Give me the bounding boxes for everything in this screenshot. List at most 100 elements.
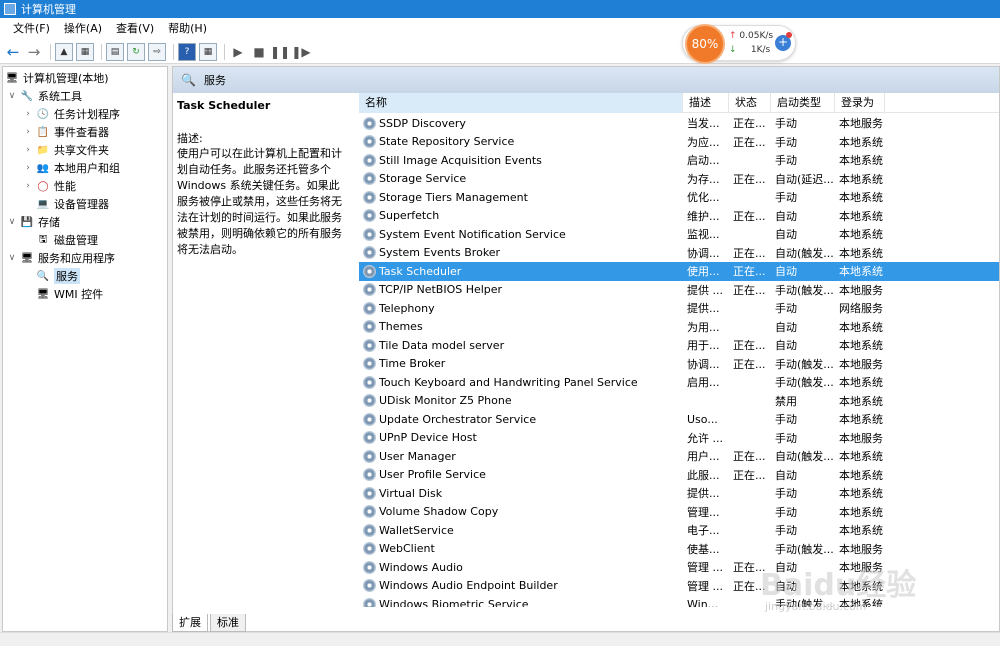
table-row[interactable]: Storage Tiers Management 优化... 手动 本地系统 bbox=[359, 188, 999, 207]
cell-log-on-as: 本地系统 bbox=[839, 394, 883, 408]
chevron-down-icon[interactable]: ∨ bbox=[7, 91, 17, 101]
table-row[interactable]: Volume Shadow Copy 管理... 手动 本地系统 bbox=[359, 503, 999, 522]
service-gear-icon bbox=[363, 431, 376, 445]
cpu-usage-badge[interactable]: 80% bbox=[685, 24, 725, 64]
menu-view[interactable]: 查看(V) bbox=[109, 18, 161, 40]
table-row[interactable]: User Manager 用户... 正在... 自动(触发... 本地系统 bbox=[359, 447, 999, 466]
table-row[interactable]: Still Image Acquisition Events 启动... 手动 本地系… bbox=[359, 151, 999, 170]
cell-startup-type: 自动 bbox=[775, 320, 797, 334]
help-icon[interactable]: ? bbox=[178, 42, 196, 61]
table-row[interactable]: UDisk Monitor Z5 Phone 禁用 本地系统 bbox=[359, 392, 999, 411]
chevron-right-icon[interactable]: › bbox=[23, 109, 33, 119]
table-row[interactable]: Touch Keyboard and Handwriting Panel Ser… bbox=[359, 373, 999, 392]
table-row[interactable]: User Profile Service 此服... 正在... 自动 本地系统 bbox=[359, 466, 999, 485]
table-row[interactable]: Tile Data model server 用于... 正在... 自动 本地系统 bbox=[359, 336, 999, 355]
chevron-right-icon[interactable]: › bbox=[23, 163, 33, 173]
tree-item-wmi[interactable]: 🖥 WMI 控件 bbox=[36, 285, 103, 303]
table-row[interactable]: Task Scheduler 使用... 正在... 自动 本地系统 bbox=[359, 262, 999, 281]
chevron-down-icon[interactable]: ∨ bbox=[7, 217, 17, 227]
tree-item-performance[interactable]: › ◯ 性能 bbox=[23, 177, 76, 195]
cell-startup-type: 手动 bbox=[775, 302, 797, 316]
magnifier-icon: 🔍 bbox=[181, 73, 196, 87]
table-row[interactable]: UPnP Device Host 允许 ... 手动 本地服务 bbox=[359, 429, 999, 448]
tree-item-services[interactable]: 🔍 服务 bbox=[36, 267, 80, 285]
table-row[interactable]: TCP/IP NetBIOS Helper 提供 ... 正在... 手动(触发...… bbox=[359, 281, 999, 300]
table-row[interactable]: Storage Service 为存... 正在... 自动(延迟... 本地系统 bbox=[359, 170, 999, 189]
refresh-icon[interactable]: ↻ bbox=[127, 42, 145, 61]
table-row[interactable]: Superfetch 维护... 正在... 自动 本地系统 bbox=[359, 207, 999, 226]
table-row[interactable]: WebClient 使基... 手动(触发... 本地服务 bbox=[359, 540, 999, 559]
tree-item-storage[interactable]: ∨ 💾 存储 bbox=[7, 213, 60, 231]
menu-help[interactable]: 帮助(H) bbox=[161, 18, 214, 40]
cell-startup-type: 自动 bbox=[775, 339, 797, 353]
table-row[interactable]: Update Orchestrator Service Uso... 手动 本地系统 bbox=[359, 410, 999, 429]
computer-icon: 🖥 bbox=[5, 72, 19, 84]
tree-item-label: 事件查看器 bbox=[54, 126, 109, 139]
tree-item-event-viewer[interactable]: › 📋 事件查看器 bbox=[23, 123, 109, 141]
cell-log-on-as: 本地系统 bbox=[839, 246, 883, 260]
table-row[interactable]: Time Broker 协调... 正在... 手动(触发... 本地服务 bbox=[359, 355, 999, 374]
selected-service-name: Task Scheduler bbox=[177, 99, 271, 112]
show-hide-tree-icon[interactable]: ▦ bbox=[76, 42, 94, 61]
tree-item-task-scheduler[interactable]: › 🕓 任务计划程序 bbox=[23, 105, 120, 123]
tab-standard[interactable]: 标准 bbox=[210, 614, 246, 632]
cell-name: Volume Shadow Copy bbox=[359, 505, 683, 519]
pause-service-icon[interactable]: ❚❚ bbox=[270, 43, 290, 61]
cell-name: Virtual Disk bbox=[359, 486, 683, 500]
chevron-down-icon[interactable]: ∨ bbox=[7, 253, 17, 263]
speed-widget[interactable]: 80% ↑ 0.05K/s ↓ 1K/s + bbox=[682, 24, 796, 64]
tab-extended[interactable]: 扩展 bbox=[172, 614, 208, 632]
properties-icon[interactable]: ▤ bbox=[106, 42, 124, 61]
table-row[interactable]: System Event Notification Service 监视... 自动… bbox=[359, 225, 999, 244]
users-icon: 👥 bbox=[36, 162, 50, 174]
cell-name: User Manager bbox=[359, 449, 683, 463]
disk-icon: 🖫 bbox=[38, 233, 48, 245]
service-name: UPnP Device Host bbox=[379, 431, 477, 445]
service-gear-icon bbox=[363, 394, 376, 408]
cell-startup-type: 手动 bbox=[775, 524, 797, 538]
view-icon[interactable]: ▦ bbox=[199, 42, 217, 61]
chevron-right-icon[interactable]: › bbox=[23, 145, 33, 155]
forward-arrow-icon[interactable]: → bbox=[25, 43, 43, 61]
table-row[interactable]: Telephony 提供... 手动 网络服务 bbox=[359, 299, 999, 318]
column-header-log-on-as[interactable]: 登录为 bbox=[835, 93, 885, 113]
chevron-right-icon[interactable]: › bbox=[23, 127, 33, 137]
tree-item-root[interactable]: 🖥 计算机管理(本地) bbox=[5, 69, 109, 87]
tree-item-label: 设备管理器 bbox=[54, 198, 109, 211]
column-header-row: ⌃ 名称 描述 状态 启动类型 登录为 bbox=[359, 93, 999, 113]
start-service-icon[interactable]: ▶ bbox=[229, 43, 247, 61]
cell-log-on-as: 本地系统 bbox=[839, 172, 883, 186]
up-folder-icon[interactable]: ▲ bbox=[55, 42, 73, 61]
cell-status: 正在... bbox=[733, 468, 766, 482]
cell-name: System Events Broker bbox=[359, 246, 683, 260]
service-name: User Manager bbox=[379, 449, 456, 463]
tree-item-services-apps[interactable]: ∨ 🖥 服务和应用程序 bbox=[7, 249, 115, 267]
menu-file[interactable]: 文件(F) bbox=[6, 18, 57, 40]
tree-item-device-manager[interactable]: 💻 设备管理器 bbox=[36, 195, 109, 213]
baidu-watermark-url: jingyan.baidu.com bbox=[765, 600, 867, 613]
table-row[interactable]: Virtual Disk 提供... 手动 本地系统 bbox=[359, 484, 999, 503]
cell-name: WebClient bbox=[359, 542, 683, 556]
restart-service-icon[interactable]: ❚▶ bbox=[291, 43, 310, 61]
cell-log-on-as: 本地系统 bbox=[839, 376, 883, 390]
tools-icon: 🔧 bbox=[20, 90, 34, 102]
export-list-icon[interactable]: ⇨ bbox=[148, 42, 166, 61]
table-row[interactable]: WalletService 电子... 手动 本地系统 bbox=[359, 521, 999, 540]
tree-item-system-tools[interactable]: ∨ 🔧 系统工具 bbox=[7, 87, 82, 105]
column-header-description[interactable]: 描述 bbox=[683, 93, 729, 113]
tree-item-disk-management[interactable]: 🖫 磁盘管理 bbox=[36, 231, 98, 249]
column-header-startup-type[interactable]: 启动类型 bbox=[771, 93, 835, 113]
cell-log-on-as: 本地系统 bbox=[839, 320, 883, 334]
menu-action[interactable]: 操作(A) bbox=[57, 18, 109, 40]
chevron-right-icon[interactable]: › bbox=[23, 181, 33, 191]
table-row[interactable]: State Repository Service 为应... 正在... 手动 本地系统 bbox=[359, 133, 999, 152]
services-list: ⌃ 名称 描述 状态 启动类型 登录为 SSDP Discovery 当发... 正在...… bbox=[359, 93, 999, 607]
table-row[interactable]: Themes 为用... 自动 本地系统 bbox=[359, 318, 999, 337]
table-row[interactable]: SSDP Discovery 当发... 正在... 手动 本地服务 bbox=[359, 114, 999, 133]
table-row[interactable]: System Events Broker 协调... 正在... 自动(触发... 本地… bbox=[359, 244, 999, 263]
tree-item-shared-folders[interactable]: › 📁 共享文件夹 bbox=[23, 141, 109, 159]
stop-service-icon[interactable]: ■ bbox=[250, 43, 268, 61]
column-header-status[interactable]: 状态 bbox=[729, 93, 771, 113]
tree-item-local-users[interactable]: › 👥 本地用户和组 bbox=[23, 159, 120, 177]
back-arrow-icon[interactable]: ← bbox=[4, 43, 22, 61]
